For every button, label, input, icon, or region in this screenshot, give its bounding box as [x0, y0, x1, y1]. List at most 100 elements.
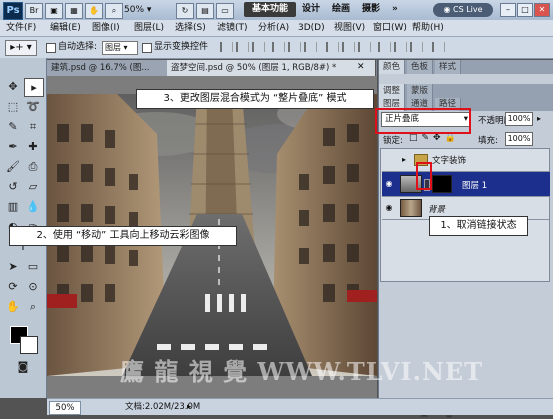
- menu-analysis[interactable]: 分析(A): [258, 22, 289, 34]
- tab-swatches[interactable]: 色板: [407, 60, 434, 74]
- lasso-tool-icon[interactable]: ➰: [24, 98, 42, 115]
- layer-row-selected[interactable]: ◉ 图层 1: [382, 172, 550, 197]
- layer-mask-thumbnail: [432, 175, 452, 193]
- tab-close-icon[interactable]: ✕: [357, 62, 365, 72]
- menu-view[interactable]: 视图(V): [334, 22, 365, 34]
- layer-thumbnail: [400, 199, 422, 217]
- auto-select-target-select[interactable]: 图层 ▾: [102, 41, 138, 55]
- 3d-camera-tool-icon[interactable]: ⊙: [24, 278, 42, 295]
- opacity-slider-arrow-icon[interactable]: ▸: [537, 114, 541, 123]
- visibility-eye-icon[interactable]: ◉: [384, 179, 394, 189]
- distribute-left-icon[interactable]: [378, 42, 391, 52]
- align-top-icon[interactable]: [220, 42, 233, 52]
- eraser-tool-icon[interactable]: ▱: [24, 178, 42, 195]
- bridge-icon[interactable]: Br: [25, 3, 43, 19]
- tab-color[interactable]: 颜色: [379, 60, 406, 74]
- healing-tool-icon[interactable]: ✚: [24, 138, 42, 155]
- distribute-top-icon[interactable]: [326, 42, 339, 52]
- quick-mask-icon[interactable]: ◙: [14, 358, 32, 375]
- move-tool-icon[interactable]: ✥: [4, 78, 22, 95]
- brush-tool-icon[interactable]: 🖌: [4, 158, 22, 175]
- zoom-level-select[interactable]: 50% ▾: [124, 3, 170, 17]
- workspace-photo-tab[interactable]: 摄影: [362, 2, 380, 17]
- zoom-tool-icon[interactable]: ⌕: [24, 298, 42, 315]
- align-vcenter-icon[interactable]: [236, 42, 249, 52]
- path-select-tool-icon[interactable]: ➤: [4, 258, 22, 275]
- menu-edit[interactable]: 编辑(E): [50, 22, 81, 34]
- show-transform-checkbox[interactable]: [142, 43, 152, 53]
- minibridge-icon[interactable]: ▣: [45, 3, 63, 19]
- workspace-paint-tab[interactable]: 绘画: [332, 2, 350, 17]
- expand-arrow-icon[interactable]: ▸: [402, 155, 406, 164]
- shape-tool-icon[interactable]: ▭: [24, 258, 42, 275]
- menu-3d[interactable]: 3D(D): [298, 22, 325, 34]
- doc-tab-inception[interactable]: 盗梦空间.psd @ 50% (图层 1, RGB/8#) *: [167, 60, 376, 76]
- cs-live-button[interactable]: ◉ CS Live: [433, 3, 493, 17]
- workspace-design-tab[interactable]: 设计: [302, 2, 320, 17]
- arrange-docs-icon[interactable]: ▤: [196, 3, 214, 19]
- menu-help[interactable]: 帮助(H): [412, 22, 444, 34]
- layer-name: 图层 1: [462, 181, 488, 191]
- move-tool-active-icon[interactable]: ▸: [24, 78, 44, 97]
- visibility-eye-icon[interactable]: ◉: [384, 203, 394, 213]
- close-button[interactable]: ✕: [534, 3, 550, 17]
- align-left-icon[interactable]: [272, 42, 285, 52]
- status-zoom[interactable]: 50%: [49, 401, 81, 415]
- marquee-tool-icon[interactable]: ⬚: [4, 98, 22, 115]
- layer-name: 文字装饰: [432, 156, 467, 166]
- tab-styles[interactable]: 样式: [435, 60, 462, 74]
- menu-filter[interactable]: 滤镜(T): [217, 22, 248, 34]
- distribute-vcenter-icon[interactable]: [342, 42, 355, 52]
- gradient-tool-icon[interactable]: ▥: [4, 198, 22, 215]
- minimize-button[interactable]: –: [500, 3, 516, 17]
- distribute-bottom-icon[interactable]: [358, 42, 371, 52]
- maximize-button[interactable]: □: [517, 3, 533, 17]
- eyedropper-tool-icon[interactable]: ✒: [4, 138, 22, 155]
- crop-tool-icon[interactable]: ⌗: [24, 118, 42, 135]
- visibility-eye-icon[interactable]: [384, 155, 394, 165]
- status-menu-arrow-icon[interactable]: ▸: [187, 401, 191, 413]
- fill-label: 填充:: [478, 136, 498, 146]
- menu-image[interactable]: 图像(I): [92, 22, 120, 34]
- menu-bar: 文件(F) 编辑(E) 图像(I) 图层(L) 选择(S) 滤镜(T) 分析(A…: [0, 20, 553, 37]
- hand-tool-icon[interactable]: ✋: [4, 298, 22, 315]
- callout-step3: 3、更改图层混合模式为 “整片叠底” 模式: [136, 89, 374, 109]
- layer-row-group[interactable]: ▸ 文字装饰: [382, 149, 550, 172]
- screen-mode-icon[interactable]: ▭: [216, 3, 234, 19]
- menu-window[interactable]: 窗口(W): [373, 22, 407, 34]
- menu-select[interactable]: 选择(S): [175, 22, 206, 34]
- lock-label: 锁定:: [383, 136, 403, 146]
- fill-input[interactable]: 100%: [505, 132, 533, 146]
- align-bottom-icon[interactable]: [252, 42, 265, 52]
- blur-tool-icon[interactable]: 💧: [24, 198, 42, 215]
- workspace-more-button[interactable]: »: [392, 2, 398, 17]
- zoom-icon[interactable]: ⌕: [105, 3, 123, 19]
- distribute-right-icon[interactable]: [410, 42, 423, 52]
- rotate-view-icon[interactable]: ↻: [176, 3, 194, 19]
- lock-icons[interactable]: □✎✥🔒: [409, 133, 460, 143]
- document-tabs: 建筑.psd @ 16.7% (图... 盗梦空间.psd @ 50% (图层 …: [47, 60, 377, 76]
- guides-icon[interactable]: ▦: [65, 3, 83, 19]
- link-highlight: [416, 162, 432, 190]
- tool-preset-picker[interactable]: ▸+ ▾: [5, 40, 37, 56]
- distribute-hcenter-icon[interactable]: [394, 42, 407, 52]
- history-brush-tool-icon[interactable]: ↺: [4, 178, 22, 195]
- 3d-rotate-tool-icon[interactable]: ⟳: [4, 278, 22, 295]
- hand-icon[interactable]: ✋: [85, 3, 103, 19]
- tab-masks[interactable]: 蒙版: [407, 84, 434, 98]
- watermark: 鷹 龍 視 覺 WWW.TLVI.NET: [120, 357, 484, 386]
- tab-adjustments[interactable]: 调整: [379, 84, 406, 98]
- stamp-tool-icon[interactable]: ⎙: [24, 158, 42, 175]
- background-color-swatch[interactable]: [20, 336, 38, 354]
- align-right-icon[interactable]: [304, 42, 317, 52]
- quick-select-tool-icon[interactable]: ✎: [4, 118, 22, 135]
- auto-align-icon[interactable]: [432, 42, 445, 52]
- doc-tab-building[interactable]: 建筑.psd @ 16.7% (图...: [47, 60, 176, 76]
- menu-layer[interactable]: 图层(L): [134, 22, 164, 34]
- opacity-input[interactable]: 100%: [505, 112, 533, 126]
- align-hcenter-icon[interactable]: [288, 42, 301, 52]
- workspace-basic-button[interactable]: 基本功能: [244, 2, 296, 17]
- menu-file[interactable]: 文件(F): [6, 22, 36, 34]
- auto-select-checkbox[interactable]: [46, 43, 56, 53]
- blend-mode-highlight: [375, 108, 471, 134]
